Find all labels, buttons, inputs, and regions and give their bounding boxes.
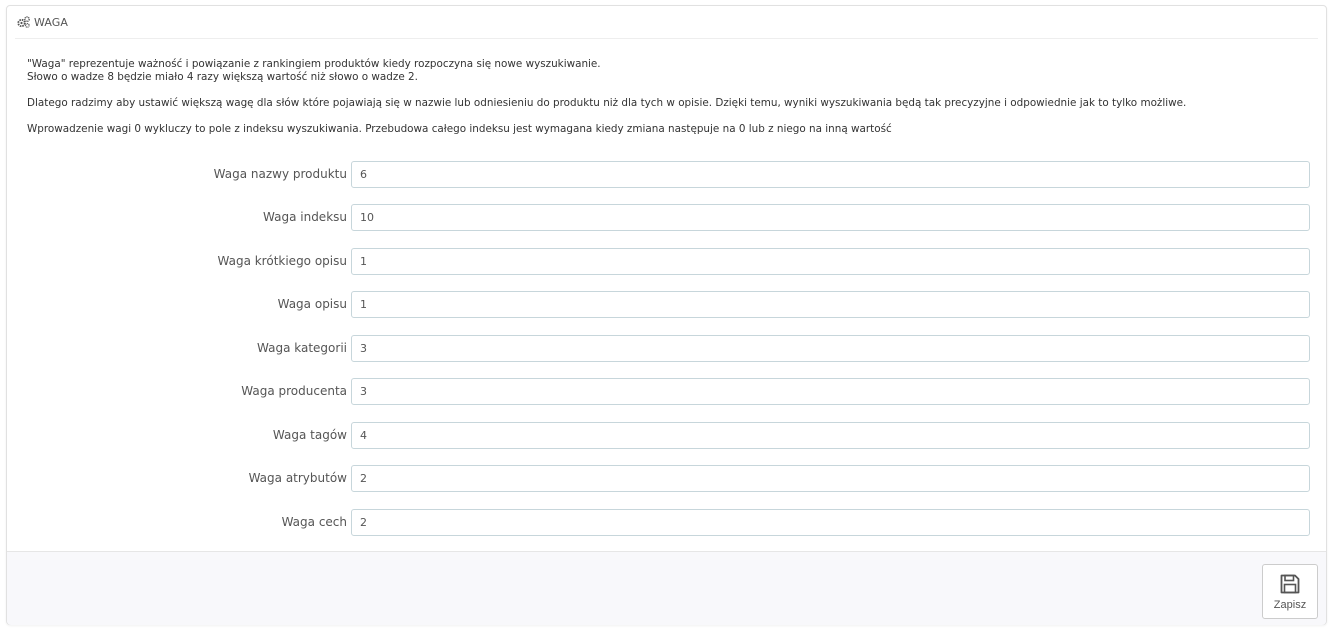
field-label: Waga krótkiego opisu — [217, 254, 348, 268]
form-row-reference: Waga indeksu — [7, 204, 1328, 231]
form-row-attributes: Waga atrybutów — [7, 465, 1328, 492]
form-row-product-name: Waga nazwy produktu — [7, 161, 1328, 188]
panel-footer: Zapisz — [7, 551, 1326, 625]
short-description-weight-input[interactable] — [351, 248, 1310, 275]
save-button[interactable]: Zapisz — [1262, 564, 1318, 619]
tags-weight-input[interactable] — [351, 422, 1310, 449]
form-row-short-description: Waga krótkiego opisu — [7, 248, 1328, 275]
panel-heading: WAGA — [15, 6, 1318, 39]
form-row-category: Waga kategorii — [7, 335, 1328, 362]
reference-weight-input[interactable] — [351, 204, 1310, 231]
field-label: Waga cech — [281, 515, 347, 529]
manufacturer-weight-input[interactable] — [351, 378, 1310, 405]
field-label: Waga atrybutów — [248, 471, 347, 485]
form-row-description: Waga opisu — [7, 291, 1328, 318]
intro-text: "Waga" reprezentuje ważność i powiązanie… — [27, 58, 1317, 136]
form-row-features: Waga cech — [7, 509, 1328, 536]
cogs-icon — [17, 16, 30, 28]
field-label: Waga opisu — [277, 297, 347, 311]
weight-panel: WAGA "Waga" reprezentuje ważność i powią… — [6, 5, 1327, 625]
product-name-weight-input[interactable] — [351, 161, 1310, 188]
attributes-weight-input[interactable] — [351, 465, 1310, 492]
description-weight-input[interactable] — [351, 291, 1310, 318]
intro-line-3: Dlatego radzimy aby ustawić większą wagę… — [27, 97, 1187, 109]
form-row-manufacturer: Waga producenta — [7, 378, 1328, 405]
intro-line-2: Słowo o wadze 8 będzie miało 4 razy więk… — [27, 71, 418, 83]
field-label: Waga producenta — [241, 384, 347, 398]
field-label: Waga tagów — [272, 428, 347, 442]
form-row-tags: Waga tagów — [7, 422, 1328, 449]
category-weight-input[interactable] — [351, 335, 1310, 362]
field-label: Waga indeksu — [263, 210, 347, 224]
save-button-label: Zapisz — [1273, 598, 1307, 611]
panel-title: WAGA — [34, 15, 69, 29]
field-label: Waga nazwy produktu — [213, 167, 347, 181]
save-icon — [1280, 574, 1300, 593]
intro-line-1: "Waga" reprezentuje ważność i powiązanie… — [27, 58, 601, 70]
intro-line-4: Wprowadzenie wagi 0 wykluczy to pole z i… — [27, 123, 892, 135]
features-weight-input[interactable] — [351, 509, 1310, 536]
field-label: Waga kategorii — [257, 341, 347, 355]
